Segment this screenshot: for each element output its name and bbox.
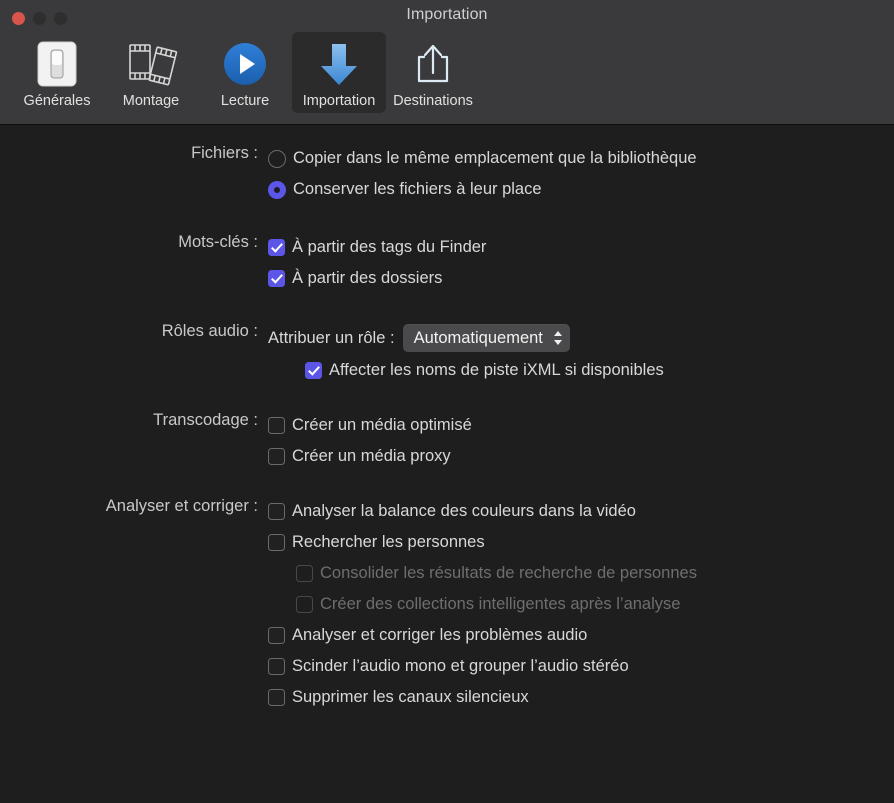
checkbox-supprimer-canaux-silencieux[interactable]: Supprimer les canaux silencieux [268,682,697,713]
film-strips-icon [123,38,179,90]
checkbox-rechercher-personnes[interactable]: Rechercher les personnes [268,527,697,558]
tab-generales[interactable]: Générales [10,32,104,113]
preferences-toolbar: Générales Montage Lecture Importation De… [10,32,480,113]
radio-selected-icon[interactable] [268,180,286,199]
download-arrow-icon [313,38,365,90]
tab-importation[interactable]: Importation [292,32,386,113]
play-circle-icon [220,38,270,90]
checkbox-checked-icon[interactable] [268,239,285,256]
tab-label: Destinations [393,93,473,109]
tab-label: Générales [23,93,91,109]
section-label: Rôles audio : [161,322,258,340]
option-label: Créer un média proxy [292,447,451,465]
assign-role-select[interactable]: Automatiquement [402,324,570,352]
checkbox-checked-icon[interactable] [268,270,285,287]
option-label: Supprimer les canaux silencieux [292,688,529,706]
section-label: Fichiers : [191,144,258,162]
checkbox-disabled-icon [296,596,313,613]
checkbox-tags-finder[interactable]: À partir des tags du Finder [268,232,486,263]
radio-icon[interactable] [268,149,286,168]
checkbox-icon[interactable] [268,534,285,551]
radio-conserver-place[interactable]: Conserver les fichiers à leur place [268,174,697,205]
preferences-content: Fichiers : Copier dans le même emplaceme… [0,125,894,803]
checkbox-balance-couleurs[interactable]: Analyser la balance des couleurs dans la… [268,496,697,527]
radio-copier-bibliotheque[interactable]: Copier dans le même emplacement que la b… [268,143,697,174]
section-label: Transcodage : [153,411,258,429]
section-transcodage: Transcodage : Créer un média optimisé Cr… [0,410,894,472]
checkbox-icon[interactable] [268,658,285,675]
section-label: Mots-clés : [178,233,258,251]
assign-role-row: Attribuer un rôle : Automatiquement [268,321,664,355]
section-fichiers: Fichiers : Copier dans le même emplaceme… [0,143,894,205]
checkbox-icon[interactable] [268,448,285,465]
window-title: Importation [406,6,488,23]
checkbox-dossiers[interactable]: À partir des dossiers [268,263,486,294]
checkbox-icon[interactable] [268,689,285,706]
checkbox-collections-intelligentes: Créer des collections intelligentes aprè… [296,589,697,620]
option-label: Créer des collections intelligentes aprè… [320,595,681,613]
section-analyser-corriger: Analyser et corriger : Analyser la balan… [0,496,894,713]
tab-label: Lecture [220,93,270,109]
preferences-window: Importation Générales Montage Lecture Im… [0,0,894,803]
option-label: Créer un média optimisé [292,416,472,434]
section-mots-cles: Mots-clés : À partir des tags du Finder … [0,232,894,294]
chevron-up-down-icon [552,328,564,348]
option-label: Consolider les résultats de recherche de… [320,564,697,582]
option-label: Conserver les fichiers à leur place [293,180,542,198]
option-label: Scinder l’audio mono et grouper l’audio … [292,657,629,675]
option-label: À partir des tags du Finder [292,238,487,256]
checkbox-consolider-resultats: Consolider les résultats de recherche de… [296,558,697,589]
option-label: Analyser et corriger les problèmes audio [292,626,588,644]
option-label: À partir des dossiers [292,269,443,287]
section-roles-audio: Rôles audio : Attribuer un rôle : Automa… [0,321,894,386]
window-titlebar: Importation Générales Montage Lecture Im… [0,0,894,125]
section-label: Analyser et corriger : [105,497,258,515]
tab-label: Importation [302,93,376,109]
checkbox-ixml-track-names[interactable]: Affecter les noms de piste iXML si dispo… [305,355,664,386]
checkbox-problemes-audio[interactable]: Analyser et corriger les problèmes audio [268,620,697,651]
assign-role-value: Automatiquement [413,328,543,347]
option-label: Copier dans le même emplacement que la b… [293,149,697,167]
option-label: Analyser la balance des couleurs dans la… [292,502,636,520]
checkbox-disabled-icon [296,565,313,582]
checkbox-icon[interactable] [268,417,285,434]
checkbox-scinder-audio[interactable]: Scinder l’audio mono et grouper l’audio … [268,651,697,682]
share-export-icon [409,38,457,90]
checkbox-media-optimise[interactable]: Créer un média optimisé [268,410,472,441]
tab-label: Montage [122,93,180,109]
checkbox-media-proxy[interactable]: Créer un média proxy [268,441,472,472]
tab-destinations[interactable]: Destinations [386,32,480,113]
tab-lecture[interactable]: Lecture [198,32,292,113]
checkbox-icon[interactable] [268,627,285,644]
checkbox-icon[interactable] [268,503,285,520]
tab-montage[interactable]: Montage [104,32,198,113]
checkbox-checked-icon[interactable] [305,362,322,379]
general-switch-icon [34,38,80,90]
option-label: Affecter les noms de piste iXML si dispo… [329,361,664,379]
option-label: Rechercher les personnes [292,533,485,551]
assign-role-label: Attribuer un rôle : [268,328,395,347]
